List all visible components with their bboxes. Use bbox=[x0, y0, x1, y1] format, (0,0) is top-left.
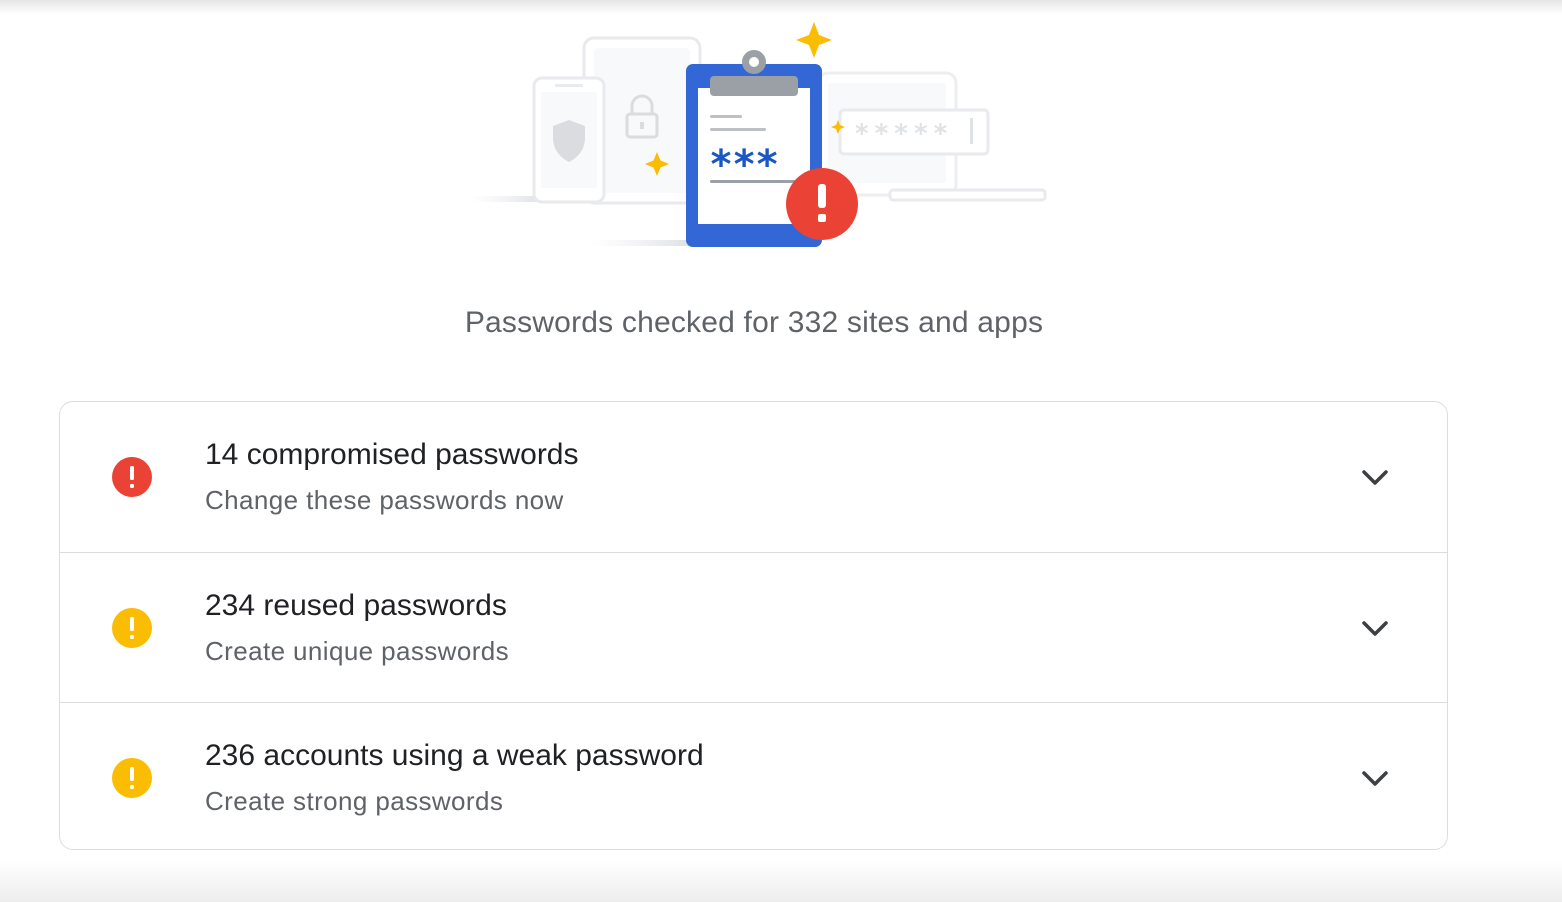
bottom-shadow bbox=[0, 860, 1562, 902]
alert-badge-icon bbox=[786, 168, 858, 240]
issue-title: 234 reused passwords bbox=[205, 589, 507, 622]
reused-passwords-row[interactable]: 234 reused passwords Create unique passw… bbox=[60, 552, 1447, 702]
summary-text: Passwords checked for 332 sites and apps bbox=[464, 306, 1044, 339]
sparkle-icon bbox=[796, 22, 832, 58]
issue-title: 14 compromised passwords bbox=[205, 438, 579, 471]
warning-icon bbox=[112, 608, 152, 648]
chevron-down-icon[interactable] bbox=[1358, 462, 1392, 492]
top-shadow bbox=[0, 0, 1562, 14]
warning-icon bbox=[112, 758, 152, 798]
issue-subtitle: Create unique passwords bbox=[205, 636, 510, 666]
password-checkup-illustration: ***** *** bbox=[470, 22, 1047, 247]
chevron-down-icon[interactable] bbox=[1358, 613, 1392, 643]
phone-outline bbox=[532, 76, 606, 204]
issue-subtitle: Change these passwords now bbox=[205, 485, 564, 515]
issue-title: 236 accounts using a weak password bbox=[205, 739, 704, 772]
weak-passwords-row[interactable]: 236 accounts using a weak password Creat… bbox=[60, 702, 1447, 849]
chevron-down-icon[interactable] bbox=[1358, 763, 1392, 793]
compromised-passwords-row[interactable]: 14 compromised passwords Change these pa… bbox=[60, 402, 1447, 552]
password-issues-card: 14 compromised passwords Change these pa… bbox=[59, 401, 1448, 850]
svg-text:*****: ***** bbox=[854, 119, 952, 149]
password-field-graphic: ***** bbox=[838, 108, 990, 156]
issue-subtitle: Create strong passwords bbox=[205, 786, 504, 816]
error-icon bbox=[112, 457, 152, 497]
